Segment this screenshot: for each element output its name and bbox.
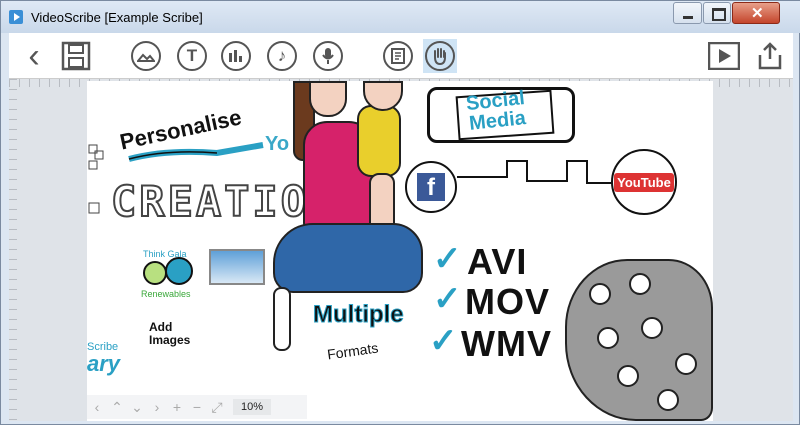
videoscribe-app-icon	[9, 10, 23, 24]
add-music-button[interactable]: ♪	[265, 39, 299, 73]
renewables-text[interactable]: Renewables	[141, 289, 191, 299]
document-icon	[383, 41, 413, 71]
canvas-statusbar: ‹ ⌃ ⌄ › + − ⤢ 10%	[87, 395, 307, 419]
left-ruler	[9, 79, 17, 421]
title-bar: VideoScribe [Example Scribe] ✕	[1, 1, 800, 33]
face-icon	[675, 353, 697, 375]
multiple-text[interactable]: Multiple	[313, 301, 405, 329]
facebook-icon: f	[417, 173, 445, 201]
back-icon: ‹	[28, 37, 40, 75]
save-button[interactable]	[59, 39, 93, 73]
window-title: VideoScribe [Example Scribe]	[31, 10, 203, 25]
format-avi[interactable]: AVI	[467, 241, 527, 283]
formats-text[interactable]: Formats	[326, 340, 379, 363]
lightbulb-drawing[interactable]	[143, 261, 167, 285]
chevron-right-icon[interactable]: ›	[147, 399, 167, 415]
social-media-text[interactable]: Social Media	[465, 87, 528, 135]
paintbrush-drawing[interactable]	[127, 139, 267, 169]
woman-head	[309, 81, 347, 117]
add-text-line2: Images	[149, 333, 191, 347]
save-icon	[61, 41, 91, 71]
woman-jeans	[273, 223, 423, 293]
format-wmv[interactable]: WMV	[461, 323, 552, 365]
close-button[interactable]: ✕	[732, 2, 780, 24]
add-image-button[interactable]	[129, 39, 163, 73]
zoom-out-icon[interactable]: −	[187, 399, 207, 415]
chart-icon	[221, 41, 251, 71]
face-icon	[629, 273, 651, 295]
add-text-button[interactable]: T	[175, 39, 209, 73]
baby-figure[interactable]	[357, 105, 401, 177]
library-text[interactable]: ary	[87, 351, 120, 377]
check-icon: ✓	[433, 280, 462, 318]
your-text[interactable]: Yo	[265, 133, 289, 156]
text-icon: T	[177, 41, 207, 71]
youtube-logo[interactable]: YouTube	[611, 149, 677, 215]
face-icon	[589, 283, 611, 305]
add-chart-button[interactable]	[219, 39, 253, 73]
add-images-text[interactable]: Add Images	[149, 321, 190, 347]
youtube-icon: YouTube	[614, 172, 674, 192]
face-icon	[617, 365, 639, 387]
microphone-icon	[313, 41, 343, 71]
chevron-down-icon[interactable]: ⌄	[127, 399, 147, 416]
minimize-button[interactable]	[673, 2, 702, 24]
properties-button[interactable]	[381, 39, 415, 73]
people-group-drawing[interactable]	[565, 259, 713, 421]
girl-figure[interactable]	[273, 287, 291, 351]
format-mov[interactable]: MOV	[465, 281, 550, 323]
maximize-button[interactable]	[703, 2, 731, 24]
zoom-level[interactable]: 10%	[233, 399, 272, 415]
app-window: VideoScribe [Example Scribe] ✕ ‹ T ♪ Per…	[0, 0, 800, 425]
scribe-canvas[interactable]: Personalise Yo CREATIO Social Media f Yo…	[87, 81, 713, 421]
face-icon	[657, 389, 679, 411]
canvas-workspace[interactable]: Personalise Yo CREATIO Social Media f Yo…	[9, 79, 793, 421]
play-button[interactable]	[707, 39, 741, 73]
facebook-logo[interactable]: f	[405, 161, 457, 213]
play-icon	[708, 42, 740, 70]
back-button[interactable]: ‹	[17, 39, 51, 73]
voiceover-button[interactable]	[311, 39, 345, 73]
image-icon	[131, 41, 161, 71]
face-icon	[597, 327, 619, 349]
pan-hand-button[interactable]	[423, 39, 457, 73]
check-icon: ✓	[433, 240, 462, 278]
music-note-icon: ♪	[267, 41, 297, 71]
face-icon	[641, 317, 663, 339]
globe-drawing[interactable]	[165, 257, 193, 285]
hand-icon	[425, 41, 455, 71]
share-icon	[758, 42, 782, 70]
main-toolbar: ‹ T ♪	[9, 33, 793, 79]
chevron-up-icon[interactable]: ⌃	[107, 399, 127, 416]
fit-screen-icon[interactable]: ⤢	[207, 399, 227, 416]
photo-image[interactable]	[209, 249, 265, 285]
creation-text[interactable]: CREATIO	[110, 176, 309, 227]
check-icon: ✓	[429, 322, 458, 360]
side-doodles	[87, 141, 105, 221]
zoom-in-icon[interactable]: +	[167, 399, 187, 415]
share-button[interactable]	[753, 39, 787, 73]
close-icon: ✕	[751, 5, 764, 22]
chevron-left-icon[interactable]: ‹	[87, 399, 107, 415]
